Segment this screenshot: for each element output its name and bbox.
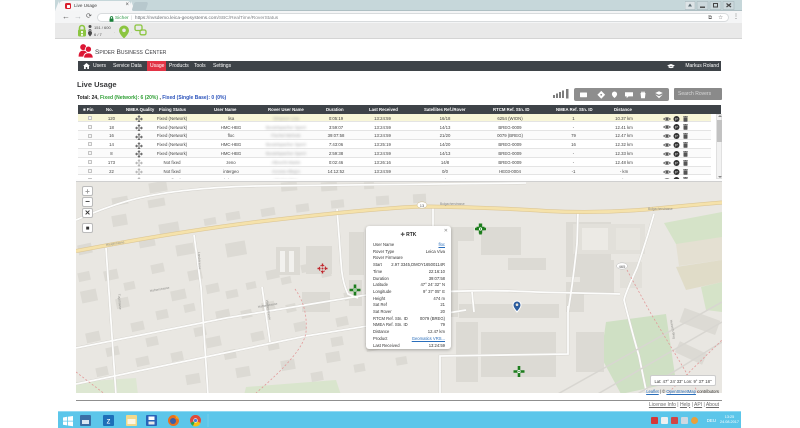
svg-text:465: 465 bbox=[619, 264, 626, 269]
svg-text:13: 13 bbox=[420, 203, 425, 208]
svg-text:.: . bbox=[131, 29, 132, 35]
svg-text:P: P bbox=[675, 169, 678, 174]
svg-text:P: P bbox=[675, 116, 678, 121]
svg-text:.: . bbox=[114, 29, 115, 35]
svg-text:z: z bbox=[107, 416, 111, 425]
svg-text:151 / 600: 151 / 600 bbox=[94, 25, 111, 30]
svg-text:6 / 7: 6 / 7 bbox=[94, 32, 103, 37]
svg-text:P: P bbox=[675, 143, 678, 148]
svg-text:P: P bbox=[675, 134, 678, 139]
svg-text:Hauptstrasse: Hauptstrasse bbox=[106, 240, 125, 247]
svg-text:P: P bbox=[675, 160, 678, 165]
svg-text:Heinrich-Weg: Heinrich-Weg bbox=[669, 319, 676, 339]
svg-text:Hafnerstrasse: Hafnerstrasse bbox=[149, 285, 169, 292]
svg-text:P: P bbox=[675, 125, 678, 130]
svg-text:Bulgacherstrasse: Bulgacherstrasse bbox=[648, 207, 673, 211]
svg-text:Bulgacherstrasse: Bulgacherstrasse bbox=[440, 202, 465, 206]
svg-text:P: P bbox=[675, 151, 678, 156]
